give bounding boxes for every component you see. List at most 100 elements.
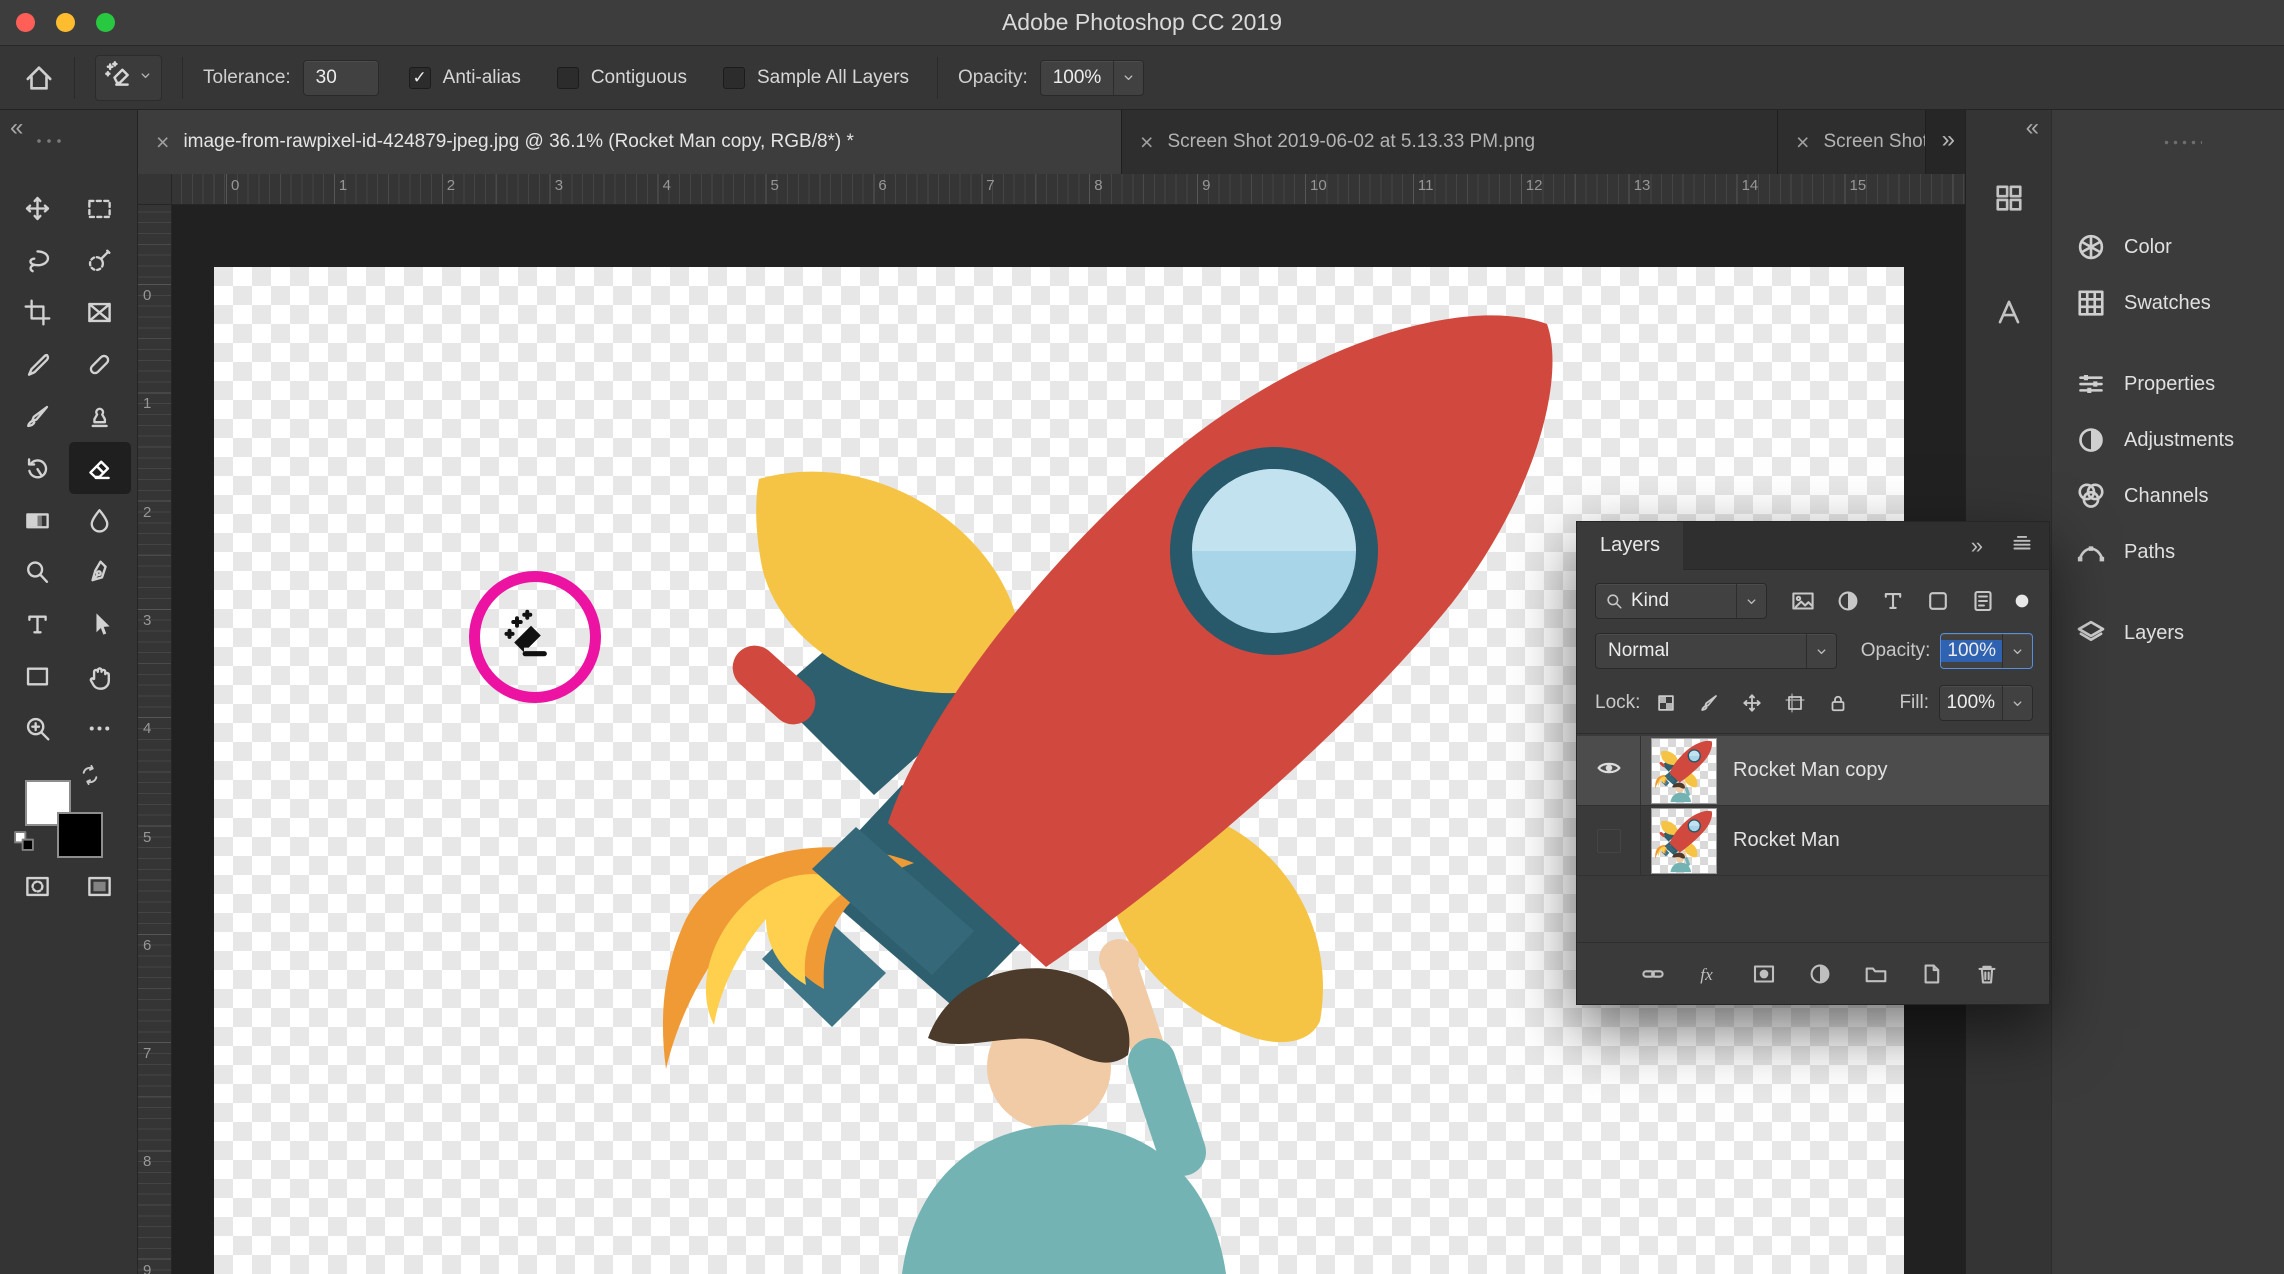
filter-adjustment-button[interactable] bbox=[1836, 589, 1860, 613]
dock-panel-channels[interactable]: Channels bbox=[2052, 468, 2284, 524]
crop-tool[interactable] bbox=[7, 286, 69, 338]
dock-panel-layers[interactable]: Layers bbox=[2052, 605, 2284, 661]
chevron-down-icon[interactable] bbox=[1113, 60, 1143, 95]
tool-preset-picker[interactable] bbox=[95, 54, 162, 101]
brush-tool[interactable] bbox=[7, 390, 69, 442]
lock-all-button[interactable] bbox=[1828, 693, 1848, 713]
panel-menu-icon[interactable] bbox=[2011, 532, 2033, 560]
lock-image-pixels-button[interactable] bbox=[1699, 693, 1719, 713]
layer-visibility-toggle[interactable] bbox=[1577, 736, 1641, 805]
type-tool[interactable] bbox=[7, 598, 69, 650]
quick-selection-tool[interactable] bbox=[69, 234, 131, 286]
hand-tool[interactable] bbox=[69, 650, 131, 702]
lock-transparent-pixels-button[interactable] bbox=[1656, 693, 1676, 713]
screen-mode-button[interactable] bbox=[69, 860, 131, 912]
spot-healing-brush-tool[interactable] bbox=[69, 338, 131, 390]
link-layers-button[interactable] bbox=[1641, 962, 1665, 986]
close-tab-icon[interactable]: × bbox=[156, 130, 169, 154]
close-window-button[interactable] bbox=[16, 13, 35, 32]
default-colors-icon[interactable] bbox=[13, 830, 35, 857]
layer-opacity-input[interactable]: 100% bbox=[1940, 633, 2033, 669]
layer-row[interactable]: Rocket Man bbox=[1577, 806, 2049, 876]
ruler-origin-corner[interactable] bbox=[138, 174, 172, 205]
new-group-button[interactable] bbox=[1864, 962, 1888, 986]
pen-tool[interactable] bbox=[69, 546, 131, 598]
layer-thumbnail[interactable] bbox=[1651, 807, 1717, 874]
filter-toggle[interactable] bbox=[2011, 590, 2033, 612]
close-tab-icon[interactable]: × bbox=[1140, 130, 1153, 154]
contiguous-option[interactable]: Contiguous bbox=[556, 66, 687, 89]
zoom-tool[interactable] bbox=[7, 702, 69, 754]
filter-shape-button[interactable] bbox=[1926, 589, 1950, 613]
libraries-panel-button[interactable] bbox=[1994, 166, 2024, 230]
anti-alias-option[interactable]: ✓ Anti-alias bbox=[408, 66, 521, 89]
chevron-down-icon[interactable] bbox=[2002, 634, 2032, 668]
document-tab[interactable]: × Screen Shot 2019-06-02 at 5.13.33 PM.pn… bbox=[1122, 110, 1778, 174]
blend-mode-dropdown[interactable]: Normal bbox=[1595, 633, 1837, 669]
home-button[interactable] bbox=[24, 63, 54, 93]
filter-image-button[interactable] bbox=[1791, 589, 1815, 613]
history-brush-tool[interactable] bbox=[7, 442, 69, 494]
layer-thumbnail[interactable] bbox=[1651, 737, 1717, 804]
panel-collapse-button[interactable]: » bbox=[1971, 533, 1983, 559]
document-tab[interactable]: × image-from-rawpixel-id-424879-jpeg.jpg … bbox=[138, 110, 1122, 174]
move-tool[interactable] bbox=[7, 182, 69, 234]
opacity-label: Opacity: bbox=[958, 66, 1028, 88]
dock-panel-properties[interactable]: Properties bbox=[2052, 356, 2284, 412]
dock-panel-paths[interactable]: Paths bbox=[2052, 524, 2284, 580]
collapse-dock-button[interactable]: « bbox=[2026, 114, 2039, 142]
quick-mask-button[interactable] bbox=[7, 860, 69, 912]
dock-panel-swatches[interactable]: Swatches bbox=[2052, 275, 2284, 331]
layer-style-button[interactable]: fx bbox=[1697, 962, 1721, 986]
filter-kind-dropdown[interactable]: Kind bbox=[1595, 583, 1767, 619]
minimize-window-button[interactable] bbox=[56, 13, 75, 32]
background-color-swatch[interactable] bbox=[56, 812, 103, 858]
eraser-tool[interactable] bbox=[68, 442, 131, 494]
lock-position-button[interactable] bbox=[1742, 693, 1762, 713]
filter-type-button[interactable] bbox=[1881, 589, 1905, 613]
layer-row[interactable]: Rocket Man copy bbox=[1577, 736, 2049, 806]
tolerance-input[interactable]: 30 bbox=[302, 59, 379, 96]
add-layer-mask-button[interactable] bbox=[1752, 962, 1776, 986]
character-panel-button[interactable] bbox=[1994, 280, 2024, 344]
path-selection-tool[interactable] bbox=[69, 598, 131, 650]
sample-all-layers-checkbox[interactable] bbox=[722, 66, 745, 89]
filter-smart-object-button[interactable] bbox=[1971, 589, 1995, 613]
chevron-down-icon[interactable] bbox=[2001, 686, 2032, 720]
magic-eraser-tool-icon bbox=[104, 60, 132, 95]
edit-toolbar-tool[interactable] bbox=[69, 702, 131, 754]
dodge-tool[interactable] bbox=[7, 546, 69, 598]
lock-artboard-button[interactable] bbox=[1785, 693, 1806, 713]
sample-all-layers-option[interactable]: Sample All Layers bbox=[722, 66, 909, 89]
layers-panel-tab[interactable]: Layers bbox=[1577, 521, 1683, 570]
ruler-number: 8 bbox=[143, 1153, 152, 1171]
swap-colors-icon[interactable] bbox=[79, 764, 101, 791]
frame-tool[interactable] bbox=[69, 286, 131, 338]
lasso-tool[interactable] bbox=[7, 234, 69, 286]
eyedropper-tool[interactable] bbox=[7, 338, 69, 390]
opacity-dropdown[interactable]: 100% bbox=[1039, 59, 1145, 96]
gradient-tool[interactable] bbox=[7, 494, 69, 546]
rectangular-marquee-tool[interactable] bbox=[69, 182, 131, 234]
layer-fill-input[interactable]: 100% bbox=[1939, 685, 2033, 721]
anti-alias-checkbox[interactable]: ✓ bbox=[408, 66, 431, 89]
blur-tool[interactable] bbox=[69, 494, 131, 546]
document-tab[interactable]: × Screen Shot 2 bbox=[1778, 110, 1926, 174]
close-tab-icon[interactable]: × bbox=[1796, 130, 1809, 154]
new-layer-button[interactable] bbox=[1919, 962, 1943, 986]
dock-panel-color[interactable]: Color bbox=[2052, 219, 2284, 275]
layers-icon bbox=[2076, 618, 2106, 648]
collapse-toolbar-button[interactable]: « bbox=[10, 114, 23, 142]
layer-visibility-toggle[interactable] bbox=[1577, 806, 1641, 875]
ruler-number: 4 bbox=[662, 177, 671, 194]
zoom-window-button[interactable] bbox=[96, 13, 115, 32]
rectangle-tool[interactable] bbox=[7, 650, 69, 702]
layer-name[interactable]: Rocket Man bbox=[1733, 829, 1840, 852]
more-tabs-button[interactable]: » bbox=[1942, 126, 1955, 154]
clone-stamp-tool[interactable] bbox=[69, 390, 131, 442]
layer-name[interactable]: Rocket Man copy bbox=[1733, 759, 1888, 782]
new-adjustment-layer-button[interactable] bbox=[1808, 962, 1832, 986]
delete-layer-button[interactable] bbox=[1975, 962, 1999, 986]
contiguous-checkbox[interactable] bbox=[556, 66, 579, 89]
dock-panel-adjustments[interactable]: Adjustments bbox=[2052, 412, 2284, 468]
